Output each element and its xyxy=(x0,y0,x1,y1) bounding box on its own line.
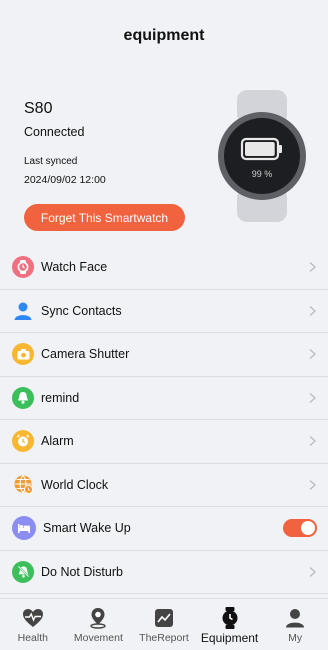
tab-label: Equipment xyxy=(200,631,259,645)
bottom-tab-bar: Health Movement TheReport Equipment My xyxy=(0,598,328,650)
tab-label: TheReport xyxy=(139,632,189,644)
settings-list: Watch Face Sync Contacts Camera Shutter … xyxy=(0,246,328,594)
menu-item-label: remind xyxy=(41,390,80,405)
menu-item-label: Camera Shutter xyxy=(41,347,130,362)
user-profile-icon xyxy=(284,607,306,629)
watch-face-icon xyxy=(12,256,34,279)
camera-icon xyxy=(12,343,34,366)
toggle-knob xyxy=(301,521,315,536)
page-title: equipment xyxy=(123,27,205,44)
tab-label: Health xyxy=(17,632,48,644)
chevron-right-icon xyxy=(309,349,316,360)
bell-off-icon xyxy=(12,560,34,583)
chevron-right-icon xyxy=(309,305,316,316)
tab-my[interactable]: My xyxy=(262,599,328,650)
device-card: S80 Connected Last synced 2024/09/02 12:… xyxy=(0,72,328,250)
last-synced-time: 2024/09/02 12:00 xyxy=(24,174,106,186)
battery-percent: 99 % xyxy=(252,169,273,179)
menu-item-label: Do Not Disturb xyxy=(41,564,123,579)
chevron-right-icon xyxy=(309,479,316,490)
menu-item-label: World Clock xyxy=(41,477,109,492)
tab-health[interactable]: Health xyxy=(0,599,66,650)
menu-item-sync-contacts[interactable]: Sync Contacts xyxy=(0,290,328,333)
bed-icon xyxy=(12,516,36,541)
menu-item-remind[interactable]: remind xyxy=(0,377,328,420)
device-name: S80 xyxy=(24,100,53,117)
menu-item-watch-face[interactable]: Watch Face xyxy=(0,246,328,290)
bell-icon xyxy=(12,386,34,409)
tab-equipment[interactable]: Equipment xyxy=(197,599,263,650)
menu-item-camera-shutter[interactable]: Camera Shutter xyxy=(0,333,328,377)
menu-item-world-clock[interactable]: World Clock xyxy=(0,464,328,507)
menu-item-label: Alarm xyxy=(41,434,74,449)
menu-item-smart-wake-up: Smart Wake Up xyxy=(0,507,328,551)
connection-status: Connected xyxy=(24,125,85,139)
smartwatch-image: 99 % xyxy=(218,90,306,222)
menu-item-label: Smart Wake Up xyxy=(43,521,131,536)
chevron-right-icon xyxy=(309,262,316,273)
chart-line-icon xyxy=(153,607,175,629)
tab-movement[interactable]: Movement xyxy=(66,599,132,650)
tab-label: Movement xyxy=(73,632,123,644)
tab-report[interactable]: TheReport xyxy=(131,599,197,650)
menu-item-label: Watch Face xyxy=(41,260,108,275)
chevron-right-icon xyxy=(309,436,316,447)
tab-label: My xyxy=(288,632,303,644)
menu-item-label: Sync Contacts xyxy=(41,303,122,318)
globe-clock-icon xyxy=(12,474,34,496)
alarm-clock-icon xyxy=(12,430,34,453)
location-pin-icon xyxy=(87,607,109,629)
last-synced-label: Last synced xyxy=(24,156,78,167)
heart-pulse-icon xyxy=(22,607,44,629)
chevron-right-icon xyxy=(309,566,316,577)
forget-smartwatch-button[interactable]: Forget This Smartwatch xyxy=(24,204,185,231)
watch-icon xyxy=(219,607,241,629)
smart-wake-up-toggle[interactable] xyxy=(283,519,317,538)
header: equipment xyxy=(0,0,328,72)
chevron-right-icon xyxy=(309,392,316,403)
menu-item-do-not-disturb[interactable]: Do Not Disturb xyxy=(0,551,328,594)
person-icon xyxy=(12,300,34,322)
menu-item-alarm[interactable]: Alarm xyxy=(0,420,328,464)
